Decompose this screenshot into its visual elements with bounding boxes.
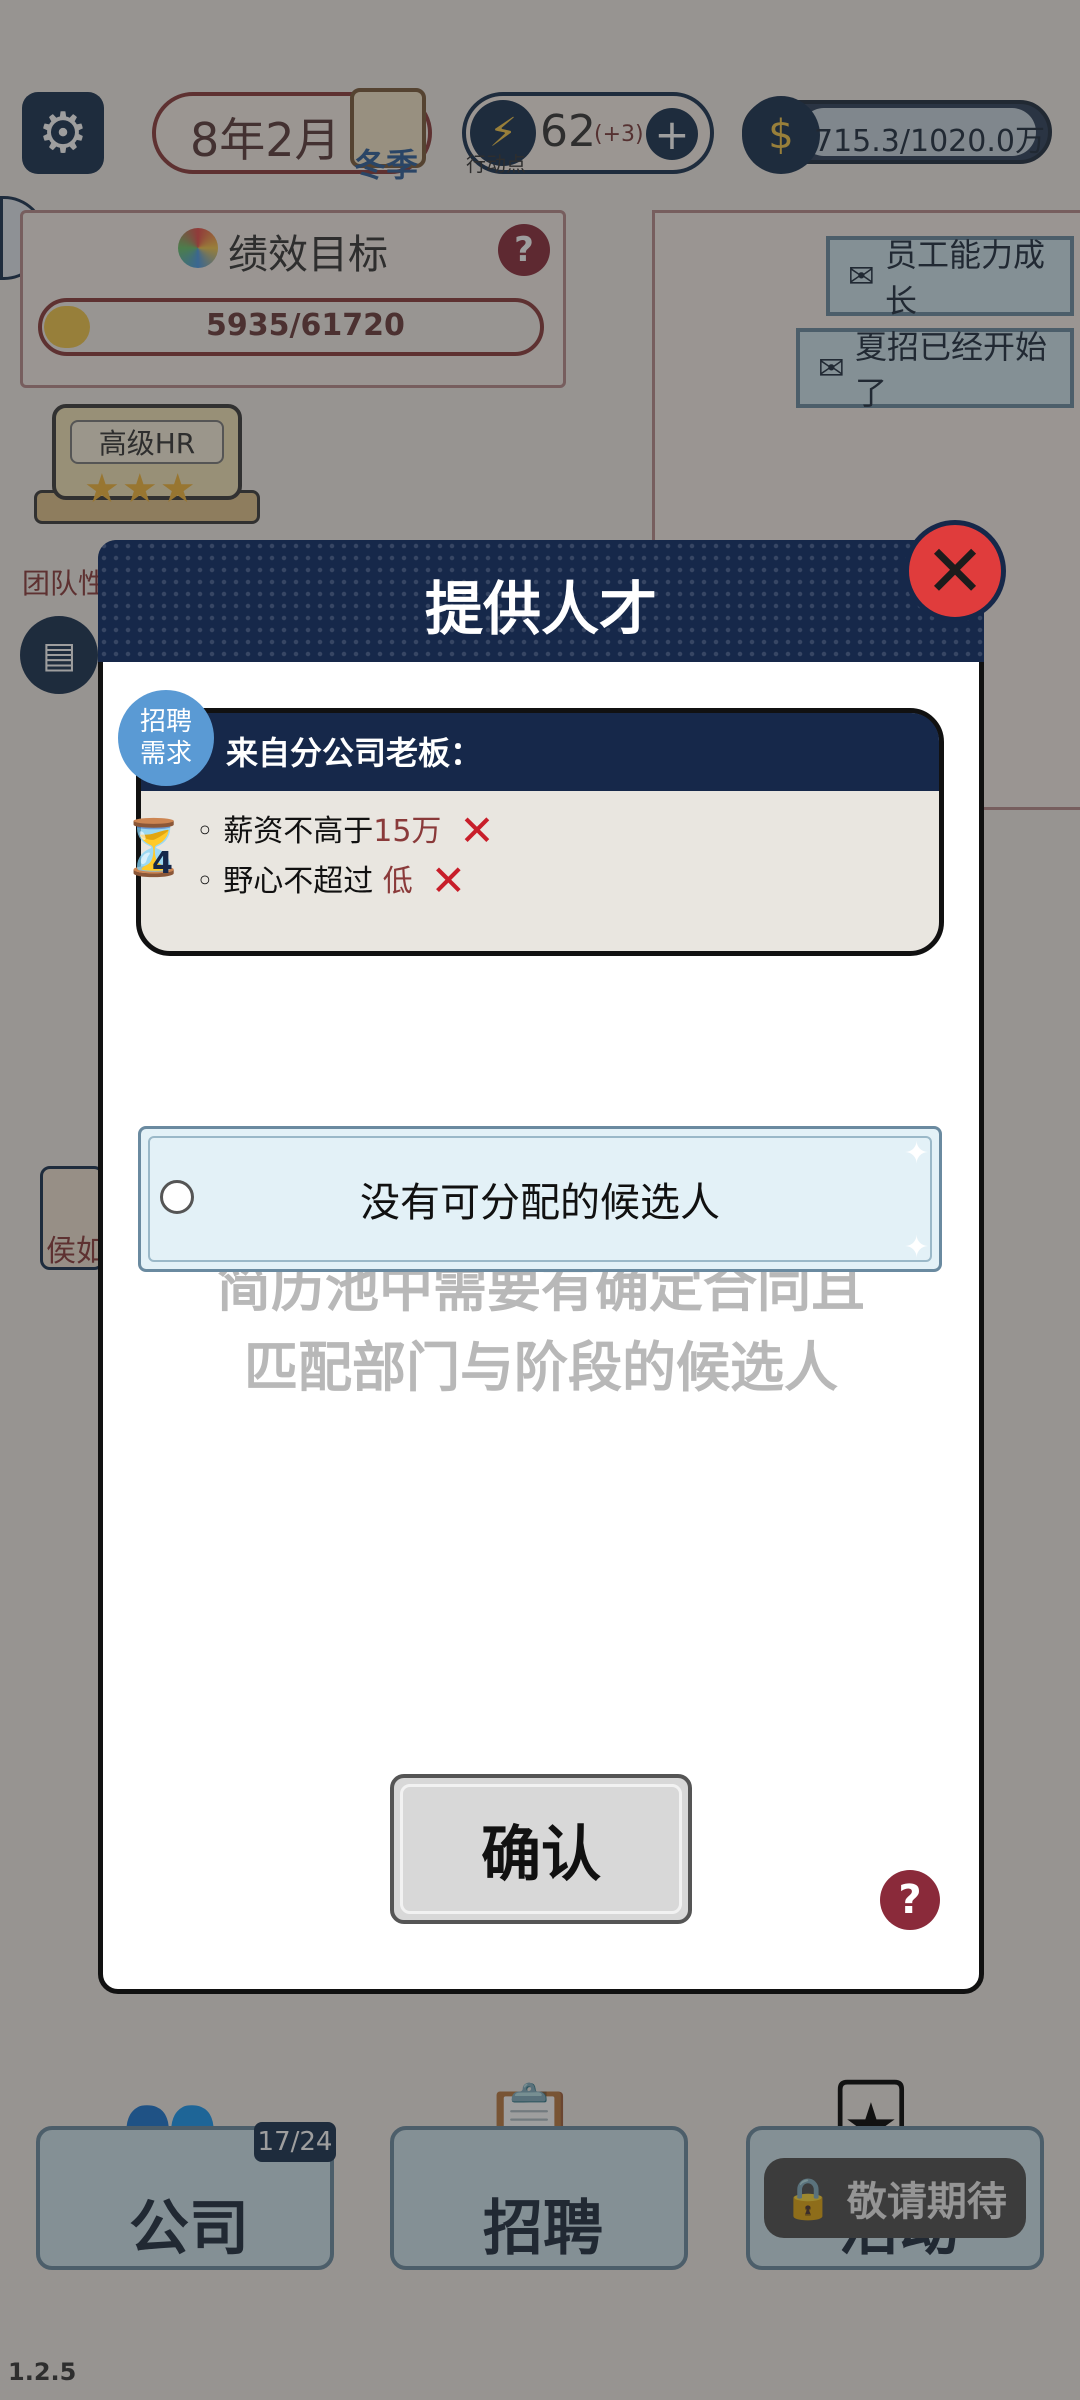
sparkle-icon: ✦: [904, 1230, 930, 1265]
recruit-need-badge: 招聘需求: [118, 690, 214, 786]
dialog-title: 提供人才: [424, 575, 657, 643]
fail-x-icon: ✕: [430, 856, 466, 905]
help-icon[interactable]: ?: [880, 1870, 940, 1930]
sparkle-icon: ✦: [904, 1136, 930, 1171]
requirement-salary: ◦ 薪资不高于15万 ✕: [196, 806, 495, 855]
requirement-label: ◦ 薪资不高于: [196, 814, 374, 849]
hourglass-count: 4: [152, 846, 173, 881]
close-button[interactable]: ✕: [904, 520, 1006, 622]
requirement-value: 15万: [373, 814, 442, 849]
requirement-value: 低: [382, 864, 413, 899]
confirm-button-inner: [400, 1784, 682, 1914]
requirement-source: 来自分公司老板：: [226, 734, 483, 772]
requirement-ambition: ◦ 野心不超过 低 ✕: [196, 856, 466, 905]
hint-line: 匹配部门与阶段的候选人: [244, 1336, 838, 1399]
candidate-hint: 简历池中需要有确定合同且 匹配部门与阶段的候选人: [98, 1248, 984, 1408]
no-candidate-text: 没有可分配的候选人: [360, 1180, 720, 1226]
close-icon: ✕: [924, 529, 986, 613]
requirement-label: ◦ 野心不超过: [196, 864, 383, 899]
fail-x-icon: ✕: [459, 806, 495, 855]
